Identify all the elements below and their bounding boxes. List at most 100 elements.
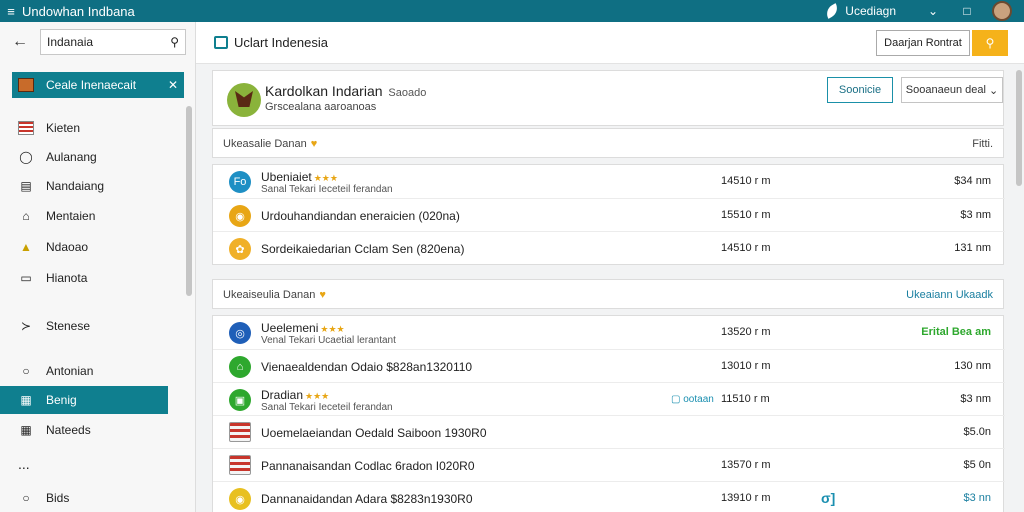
back-arrow-icon[interactable]: ← [0,33,40,51]
heart-icon[interactable]: ♥ [311,138,318,150]
section-link[interactable]: Ukeaiann Ukaadk [906,289,993,301]
more-icon: ... [18,456,30,472]
item-price: $3 nm [960,393,991,405]
sidebar-item-hianota[interactable]: ▭ Hianota [0,264,186,292]
item-price: $3 nn [963,492,991,504]
sidebar-item-label: Nateeds [46,423,91,437]
sidebar-item-antonian[interactable]: ○ Antonian [0,357,186,385]
item-size: 13010 r m [721,360,771,372]
sidebar-item-label: Nandaiang [46,179,105,193]
search-button[interactable]: ⚲ [972,30,1008,56]
item-name: Pannanaisandan Codlac 6radon I020R0 [261,459,475,473]
leaf-icon [823,3,841,19]
home-icon: ⌂ [22,209,30,223]
table-row[interactable]: ◉ Dannanaidandan Adara $8283n1930R0 13910 … [213,481,1005,512]
sidebar-item-ndaoao[interactable]: ▲ Ndaoao [0,233,186,261]
flag-icon [229,422,251,442]
app-icon: ⌂ [229,356,251,378]
table-row[interactable]: Pannanaisandan Codlac 6radon I020R0 13570… [213,448,1005,481]
item-name-text: Sordeikaiedarian Cclam Sen (820ena) [261,242,465,256]
section-right-label[interactable]: Fitti. [972,138,993,150]
item-size: 15510 r m [721,209,771,221]
window-title: Undowhan Indbana [22,3,135,19]
item-name-text: Vienaealdendan Odaio $828an1320110 [261,360,473,374]
sync-icon[interactable]: σ] [821,490,835,506]
table-row[interactable]: ◉ Urdouhandiandan eneraicien (020na) 15510… [213,198,1005,231]
item-name-text: Dannanaidandan Adara $8283n1930R0 [261,492,473,506]
close-icon[interactable]: ✕ [168,78,178,92]
sidebar-item-kieten[interactable]: Kieten [0,114,186,142]
sidebar-item-aulanang[interactable]: ◯ Aulanang [0,143,186,171]
profile-card: Kardolkan Indarian Saoado Grscealana aar… [212,70,1004,126]
item-size: 13520 r m [721,326,771,338]
sidebar-search: ← Indanaia ⚲ [0,22,196,62]
sidebar-item-label: Ndaoao [46,240,89,254]
gavel-icon: ○ [22,491,30,505]
table-row[interactable]: ⌂ Vienaealdendan Odaio $828an1320110 13010… [213,349,1005,382]
profile-select-value: Sooanaeun deal [905,84,986,96]
item-name: Vienaealdendan Odaio $828an1320110 [261,360,472,374]
profile-name: Kardolkan Indarian Saoado [265,83,426,99]
restore-window-icon[interactable]: □ [950,4,984,18]
sidebar-item-stenese[interactable]: ≻ Stenese [0,312,186,340]
flag-icon [18,121,34,135]
pin-icon: ◯ [19,150,33,164]
page-scrollbar[interactable] [1016,70,1022,186]
app-icon: ◉ [229,205,251,227]
item-tag[interactable]: ▢ ootaan [671,394,714,405]
sidebar-item-mentaien[interactable]: ⌂ Mentaien [0,202,186,230]
table-row[interactable]: ◎ Ueelemeni ★★★ Venal Tekari Ucaetial leran… [213,316,1005,349]
table-row[interactable]: Fo Ubeniaiet ★★★ Sanal Tekari Ieceteil fera… [213,165,1005,198]
item-list-2: ◎ Ueelemeni ★★★ Venal Tekari Ucaetial leran… [212,315,1005,512]
warning-icon: ▲ [20,240,32,254]
section-title: Ukeaiseulia Danan [223,289,316,301]
section-title: Ukeasalie Danan [223,138,307,150]
section-header-2: Ukeaiseulia Danan ♥ Ukeaiann Ukaadk [212,279,1004,309]
item-name: Sordeikaiedarian Cclam Sen (820ena) [261,242,464,256]
item-price: Erital Bea am [921,326,991,338]
account-name[interactable]: Ucediagn [845,4,896,18]
sidebar-item-bids[interactable]: ○ Bids [0,484,186,512]
sidebar-item-nateeds[interactable]: ▦ Nateeds [0,416,186,444]
table-row[interactable]: ✿ Sordeikaiedarian Cclam Sen (820ena) 1451… [213,231,1005,264]
chevron-down-icon[interactable]: ⌄ [916,4,950,18]
calendar-icon: ▦ [20,393,32,407]
sidebar-item-label: Kieten [46,121,81,135]
sidebar-item-benig[interactable]: ▦ Benig [0,386,168,414]
sidebar-item-label: Aulanang [46,150,97,164]
app-icon: Fo [229,171,251,193]
hamburger-menu-icon[interactable]: ≡ [0,4,22,19]
item-size: 14510 r m [721,175,771,187]
sidebar-item-label: Bids [46,491,70,505]
profile-select[interactable]: Sooanaeun deal ⌄ [901,77,1003,103]
contract-button[interactable]: Daarjan Rontrat [876,30,970,56]
search-icon[interactable]: ⚲ [170,35,179,49]
sidebar-item-label: Hianota [46,271,88,285]
item-name-text: Urdouhandiandan eneraicien (020na) [261,209,460,223]
rating-stars-icon: ★★★ [313,173,338,183]
profile-subtitle: Grscealana aaroanoas [265,101,377,113]
search-input[interactable]: Indanaia ⚲ [40,29,186,55]
item-name: Dannanaidandan Adara $8283n1930R0 [261,492,473,506]
table-row[interactable]: ▣ Dradian ★★★ Sanal Tekari Ieceteil feranda… [213,382,1005,415]
table-row[interactable]: Uoemelaeiandan Oedald Saiboon 1930R0 $5.0… [213,415,1005,448]
item-size: 13910 r m [721,492,771,504]
sidebar-item-nandaiang[interactable]: ▤ Nandaiang [0,172,186,200]
sidebar-item-more[interactable]: ... [0,450,186,478]
item-name: Ubeniaiet ★★★ [261,170,338,184]
item-name-text: Ubeniaiet [261,170,312,184]
item-size: 13570 r m [721,459,771,471]
search-input-value: Indanaia [47,35,94,49]
item-subtitle: Sanal Tekari Ieceteil ferandan [261,184,393,195]
fox-icon [235,91,253,107]
item-name: Ueelemeni ★★★ [261,321,345,335]
heart-icon[interactable]: ♥ [319,289,326,301]
app-icon: ◎ [229,322,251,344]
item-price: $5.0n [963,426,991,438]
profile-action-button[interactable]: Soonicie [827,77,893,103]
title-bar: ≡ Undowhan Indbana Ucediagn ⌄ □ [0,0,1024,22]
selected-filter-chip[interactable]: Ceale Inenaecait ✕ [12,72,184,98]
sidebar-scrollbar[interactable] [186,106,192,296]
avatar[interactable] [992,1,1012,21]
item-name-text: Ueelemeni [261,321,319,335]
